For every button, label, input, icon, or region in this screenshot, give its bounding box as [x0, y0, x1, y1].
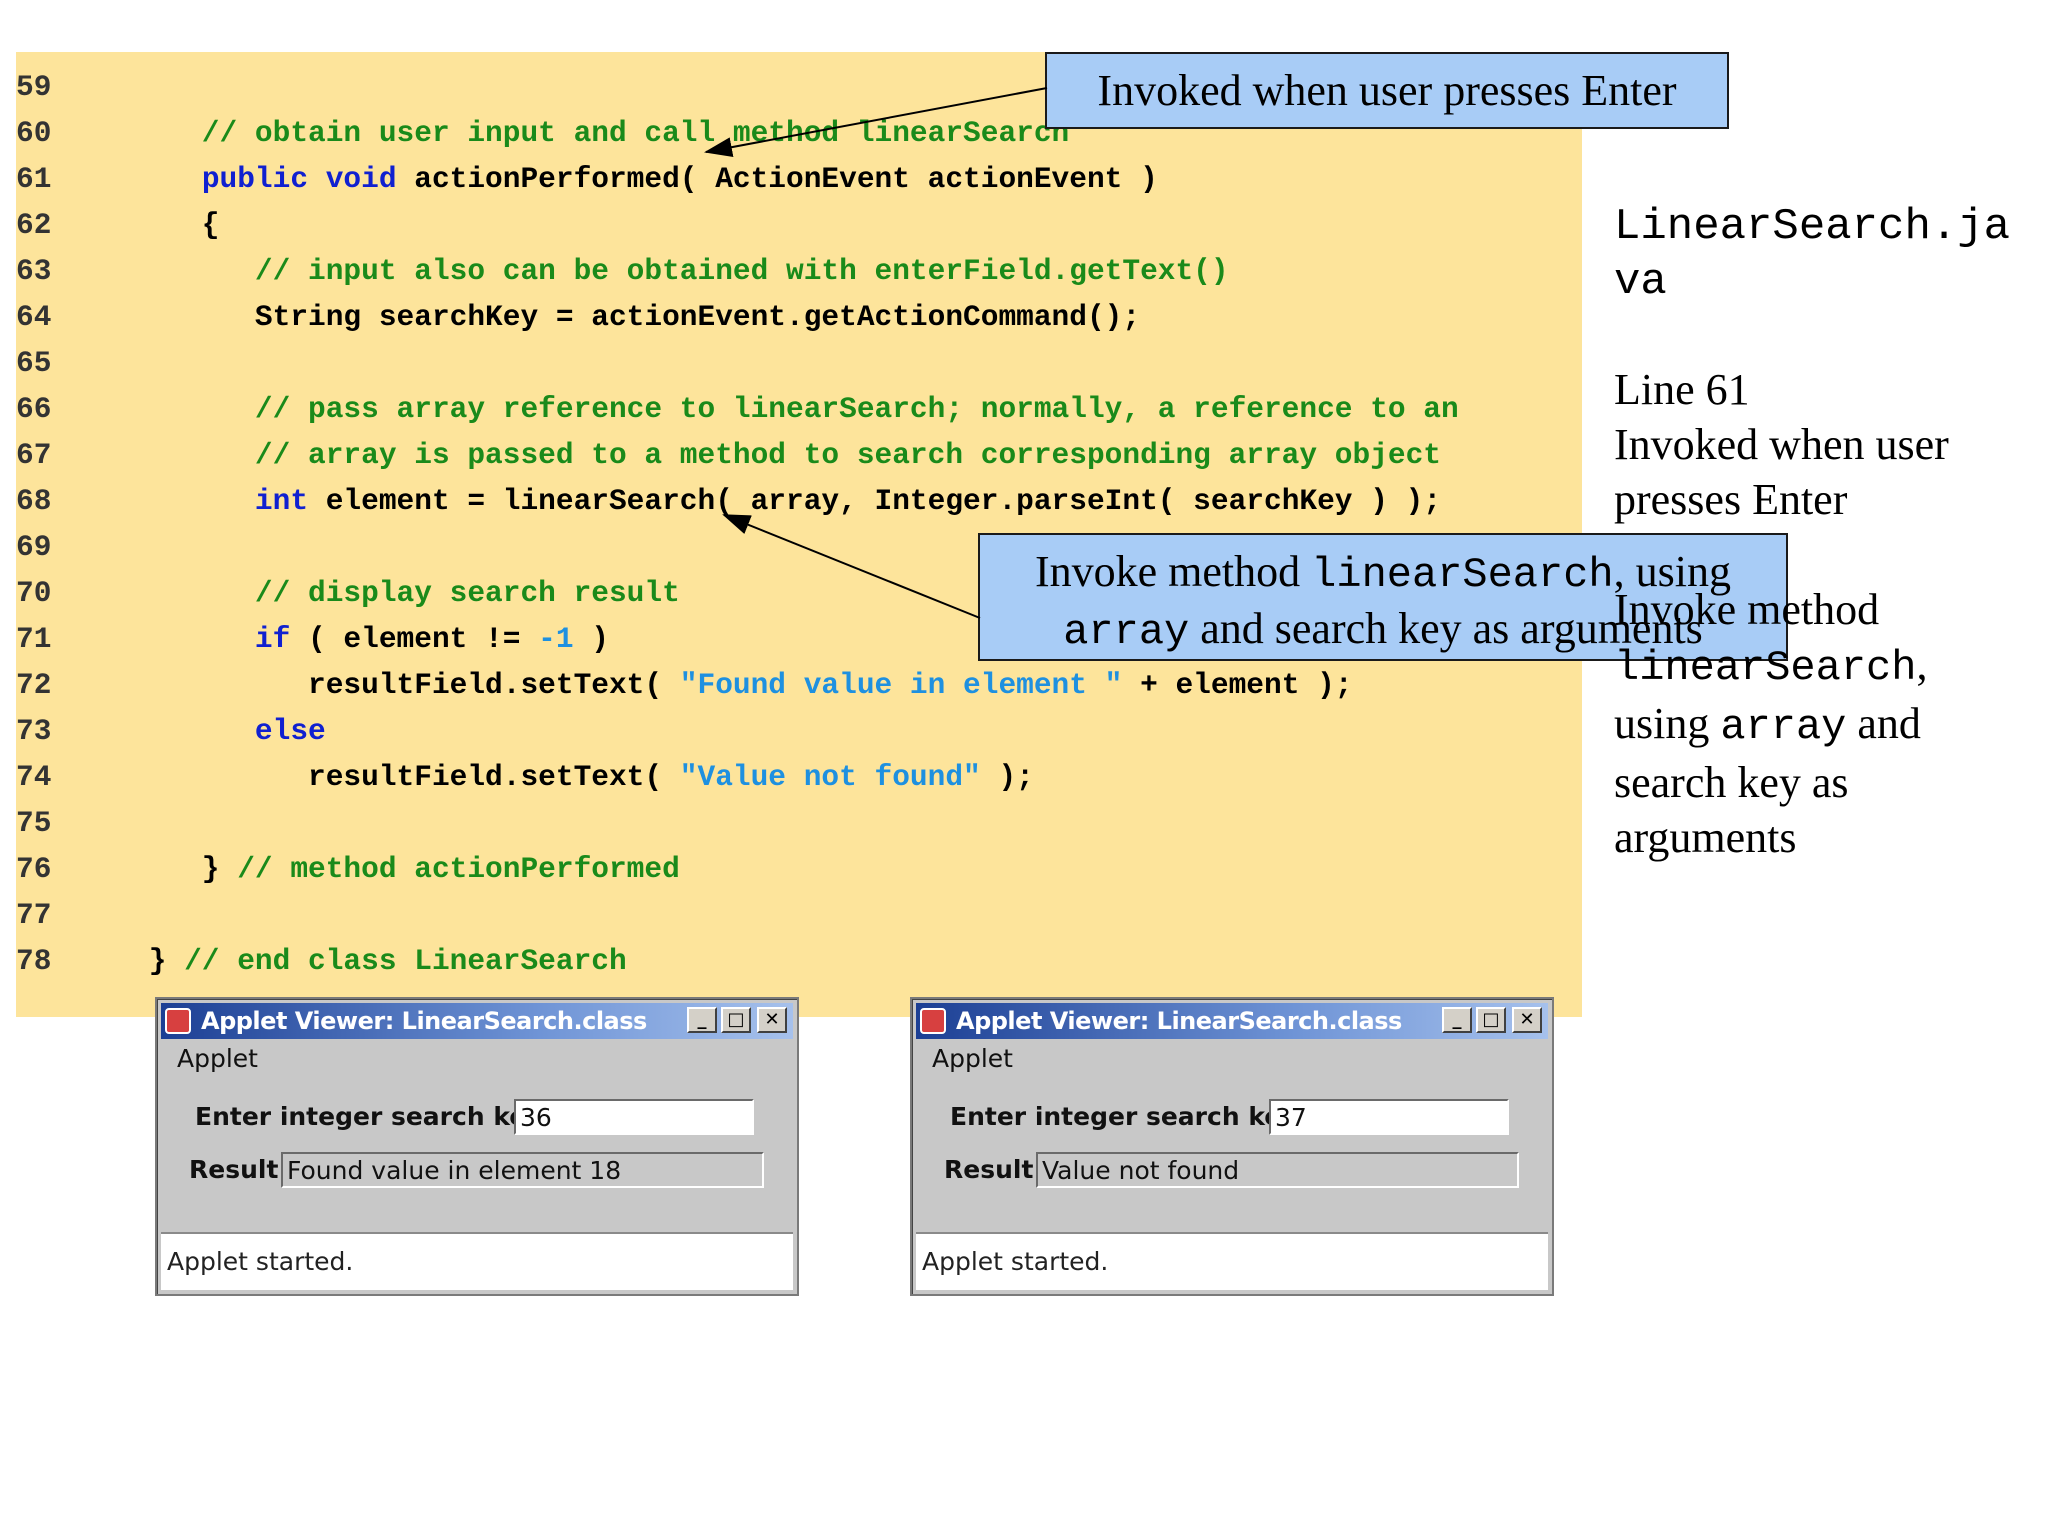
maximize-button[interactable]: □ — [1476, 1007, 1506, 1033]
note-invoke-part3: using — [1614, 699, 1710, 748]
search-key-label: Enter integer search key — [195, 1102, 543, 1131]
arrow-enter — [704, 87, 1048, 158]
applet-menu[interactable]: Applet — [932, 1044, 1013, 1073]
applet-window-2: Applet Viewer: LinearSearch.class _ □ ✕ … — [910, 997, 1554, 1296]
note-line-desc: Invoked when user presses Enter — [1614, 420, 1949, 524]
note-invoke-method: linearSearch — [1614, 644, 1917, 692]
applet-menu[interactable]: Applet — [177, 1044, 258, 1073]
result-field: Value not found — [1036, 1152, 1519, 1188]
result-label: Result — [944, 1155, 1034, 1184]
java-applet-icon — [165, 1008, 191, 1034]
note-line: Line 61 Invoked when user presses Enter — [1614, 362, 2034, 527]
note-invoke-part1: Invoke method — [1614, 585, 1880, 634]
note-line-label: Line 61 — [1614, 365, 1750, 414]
maximize-button[interactable]: □ — [721, 1007, 751, 1033]
note-invoke: Invoke method linearSearch, using array … — [1614, 582, 2034, 865]
applet-title: Applet Viewer: LinearSearch.class — [201, 1007, 647, 1035]
result-field: Found value in element 18 — [281, 1152, 764, 1188]
note-invoke-part4: and — [1857, 699, 1921, 748]
search-key-label: Enter integer search key — [950, 1102, 1298, 1131]
note-invoke-part2: , — [1916, 640, 1928, 689]
arrow-invoke — [722, 514, 981, 619]
minimize-button[interactable]: _ — [687, 1007, 717, 1033]
note-invoke-arg: array — [1720, 703, 1847, 751]
applet-status-bar: Applet started. — [916, 1232, 1548, 1290]
java-applet-icon — [920, 1008, 946, 1034]
applet-status-bar: Applet started. — [161, 1232, 793, 1290]
applet-window-1: Applet Viewer: LinearSearch.class _ □ ✕ … — [155, 997, 799, 1296]
note-file-name: LinearSearch.java — [1614, 202, 2011, 307]
minimize-button[interactable]: _ — [1442, 1007, 1472, 1033]
applet-title: Applet Viewer: LinearSearch.class — [956, 1007, 1402, 1035]
note-invoke-part5: search key as arguments — [1614, 758, 1849, 862]
close-button[interactable]: ✕ — [757, 1007, 787, 1033]
applet-titlebar[interactable]: Applet Viewer: LinearSearch.class _ □ ✕ — [916, 1003, 1548, 1039]
search-key-input[interactable]: 37 — [1269, 1099, 1509, 1135]
side-notes: LinearSearch.java Line 61 Invoked when u… — [1614, 200, 2034, 865]
close-button[interactable]: ✕ — [1512, 1007, 1542, 1033]
search-key-input[interactable]: 36 — [514, 1099, 754, 1135]
result-label: Result — [189, 1155, 279, 1184]
applet-titlebar[interactable]: Applet Viewer: LinearSearch.class _ □ ✕ — [161, 1003, 793, 1039]
